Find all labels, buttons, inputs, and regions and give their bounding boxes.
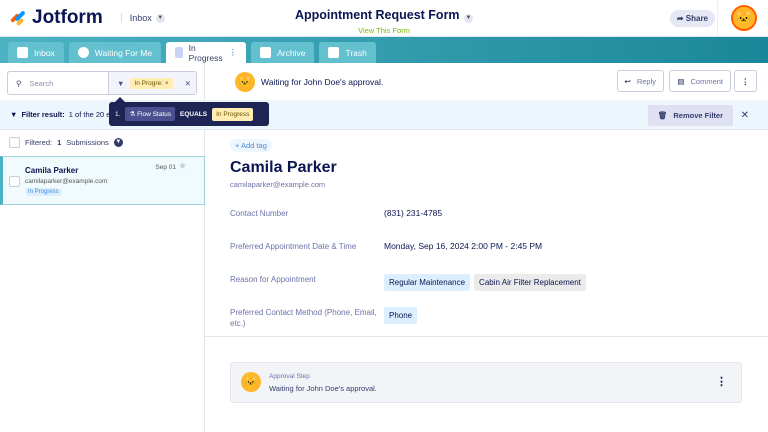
form-title[interactable]: Appointment Request Form [295, 8, 460, 22]
filter-value: In Progress [212, 107, 254, 121]
chip: Regular Maintenance [384, 274, 471, 291]
top-bar: Jotform Inbox ▼ Appointment Request Form … [0, 0, 768, 37]
more-options-button[interactable]: ⋮ [733, 70, 757, 92]
approver-avatar: 🐱 [235, 72, 255, 92]
approval-status: 🐱 Waiting for John Doe's approval. [235, 72, 383, 92]
field-label: Reason for Appointment [230, 275, 316, 284]
submitter-name: Camila Parker [230, 159, 337, 176]
field-label: Preferred Contact Method (Phone, Email, … [230, 308, 377, 328]
kebab-icon[interactable]: ⋮ [716, 375, 727, 388]
submitter-email: camilaparker@example.com [230, 180, 326, 189]
tab-in-progress[interactable]: In Progress ⋮ [166, 42, 247, 63]
field-value: (831) 231-4785 [384, 208, 443, 218]
inbox-label: Inbox [129, 13, 152, 23]
tab-archive[interactable]: Archive [251, 42, 315, 63]
approval-status-text: Waiting for John Doe's approval. [261, 77, 384, 87]
divider [205, 336, 768, 337]
logo-icon [10, 10, 26, 27]
chevron-down-icon[interactable]: ▼ [464, 14, 474, 23]
remove-filter-label: Remove Filter [673, 111, 723, 120]
tab-label: Waiting For Me [94, 47, 153, 58]
tab-label: In Progress [188, 42, 223, 63]
search-placeholder: Search [29, 78, 54, 88]
close-filter-icon[interactable]: ✕ [741, 110, 749, 121]
field-value: Monday, Sep 16, 2024 2:00 PM - 2:45 PM [384, 241, 543, 251]
status-badge: In Progress [25, 188, 62, 196]
filter-pill-label: In Progre: [134, 79, 163, 87]
divider [717, 0, 718, 37]
reply-label: Reply [636, 76, 656, 86]
view-form-link[interactable]: View This Form [0, 26, 768, 35]
share-button[interactable]: ➦ Share [669, 10, 715, 27]
inbox-icon [17, 47, 28, 58]
filter-index: 1. [115, 110, 121, 118]
in-progress-icon [175, 47, 183, 58]
tab-trash[interactable]: Trash [319, 42, 376, 63]
add-tag-button[interactable]: + Add tag [230, 139, 272, 152]
search-bar: ⚲ Search ▼ In Progre: × ✕ [7, 71, 197, 95]
form-title-block: Appointment Request Form ▼ View This For… [0, 6, 768, 35]
search-input[interactable]: ⚲ Search [8, 72, 109, 94]
filter-icon: ▼ [10, 110, 18, 119]
tab-label: Archive [277, 47, 306, 58]
filter-icon[interactable]: ▼ [117, 79, 124, 88]
filter-field: ⚗ Flow Status [125, 107, 176, 121]
approval-step-text: Waiting for John Doe's approval. [269, 384, 377, 393]
trash-icon: 🗑 [657, 111, 668, 120]
remove-filter-button[interactable]: 🗑 Remove Filter [647, 105, 733, 126]
filter-pill[interactable]: In Progre: × [130, 77, 173, 89]
item-email: camilaparker@example.com [25, 178, 108, 185]
chevron-down-icon[interactable]: ▼ [113, 138, 123, 147]
approval-step-card: 🐱 Approval Step Waiting for John Doe's a… [230, 362, 742, 403]
trash-icon [328, 47, 340, 58]
tab-bar: Inbox Waiting For Me In Progress ⋮ Archiv… [0, 37, 768, 63]
archive-icon [260, 47, 272, 58]
avatar[interactable]: 🐱 [731, 5, 757, 31]
filtered-count: Filtered: 1 Submissions ▼ [9, 137, 123, 148]
tab-inbox[interactable]: Inbox [8, 42, 64, 63]
share-label: Share [685, 14, 708, 23]
comment-button[interactable]: ▤ Comment [669, 70, 731, 92]
filter-result-text: 1 of the 20 en [68, 110, 115, 119]
submission-header: + Add tag Camila Parker camilaparker@exa… [230, 135, 337, 189]
filtered-number: 1 [57, 138, 62, 147]
filter-tooltip: 1. ⚗ Flow Status EQUALS In Progress [109, 97, 269, 126]
chip: Cabin Air Filter Replacement [474, 274, 586, 291]
chevron-down-icon: ▼ [155, 13, 165, 23]
filter-operator: EQUALS [180, 110, 208, 118]
star-icon[interactable]: ★ [178, 161, 187, 172]
clear-filter-icon[interactable]: ✕ [185, 79, 191, 88]
filter-field-label: Flow Status [137, 111, 172, 118]
list-item[interactable]: Camila Parker camilaparker@example.com I… [0, 156, 205, 205]
filtered-suffix: Submissions [66, 138, 109, 147]
item-date: Sep 01 [155, 164, 176, 171]
kebab-icon[interactable]: ⋮ [229, 47, 238, 58]
comment-label: Comment [690, 76, 723, 86]
ellipsis-icon [77, 47, 89, 58]
filter-result-label: Filter result: [21, 110, 65, 119]
chip: Phone [384, 307, 418, 324]
share-icon: ➦ [676, 14, 686, 23]
field-value: Regular Maintenance Cabin Air Filter Repl… [384, 274, 590, 291]
field-label: Contact Number [230, 209, 289, 218]
approval-step-label: Approval Step [269, 373, 310, 380]
tab-label: Inbox [34, 47, 55, 58]
item-name: Camila Parker [25, 166, 79, 175]
comment-icon: ▤ [677, 76, 685, 86]
field-label: Preferred Appointment Date & Time [230, 242, 357, 251]
tab-waiting-for-me[interactable]: Waiting For Me [68, 42, 162, 63]
detail-header: 🐱 Waiting for John Doe's approval. ↩ Reply… [205, 63, 768, 100]
filtered-label: Filtered: [25, 138, 53, 147]
tab-label: Trash [345, 47, 367, 58]
reply-icon: ↩ [624, 76, 631, 86]
approver-avatar: 🐱 [241, 372, 261, 392]
inbox-dropdown[interactable]: Inbox ▼ [120, 13, 165, 23]
select-all-checkbox[interactable] [9, 137, 20, 148]
search-icon: ⚲ [16, 78, 22, 88]
field-value: Phone [384, 307, 421, 324]
filter-area[interactable]: ▼ In Progre: × ✕ [109, 72, 196, 94]
reply-button[interactable]: ↩ Reply [616, 70, 664, 92]
item-checkbox[interactable] [9, 176, 20, 187]
